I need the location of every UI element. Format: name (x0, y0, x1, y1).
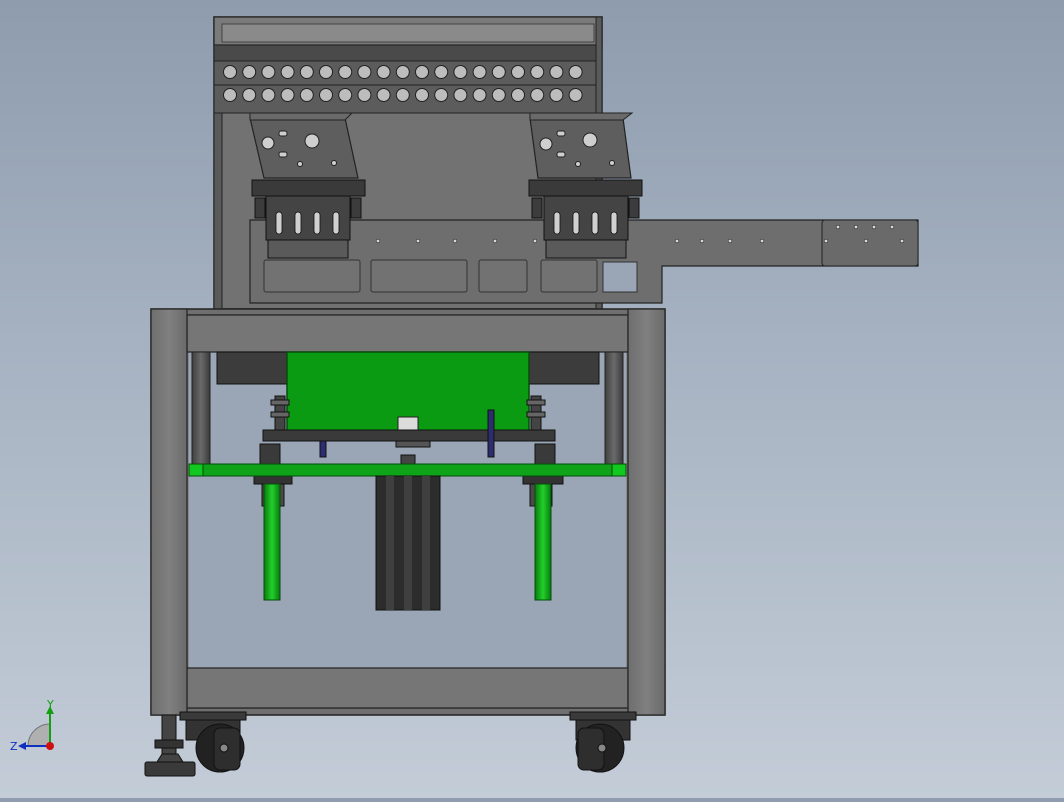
rack-hole (261, 65, 276, 79)
rack-hole (415, 88, 429, 102)
rack-hole (568, 88, 583, 102)
rack-hole (357, 65, 372, 79)
z-axis-label: Z (10, 740, 18, 753)
panel-hole (863, 238, 869, 244)
rack-hole (511, 88, 525, 102)
rack-hole (299, 65, 314, 79)
rack-hole (376, 88, 391, 102)
clamp-slot (294, 211, 302, 235)
right-angled-bracket[interactable] (529, 112, 634, 179)
rack-hole (319, 65, 333, 79)
rack-hole (453, 65, 468, 79)
clamp-slot (610, 211, 618, 235)
panel-hole (889, 224, 895, 230)
left-clamp-block[interactable] (251, 179, 366, 259)
panel-hole (415, 238, 421, 244)
rack-hole (568, 65, 583, 79)
green-base-plate[interactable] (188, 463, 627, 477)
rack-hole (223, 88, 237, 102)
panel-hole (853, 224, 859, 230)
panel-hole (899, 238, 905, 244)
panel-hole (835, 224, 841, 230)
left-angled-bracket[interactable] (249, 112, 359, 179)
rack-hole (530, 65, 545, 79)
rack-hole (223, 65, 237, 79)
rack-hole (472, 88, 487, 102)
rack-hole (242, 65, 257, 79)
rack-hole (491, 88, 506, 102)
panel-hole (699, 238, 705, 244)
rack-hole (357, 88, 372, 102)
clamp-slot (275, 211, 283, 235)
rack-hole (395, 65, 410, 79)
clamp-slot (313, 211, 321, 235)
air-cylinder[interactable] (375, 475, 441, 611)
clamp-slot (591, 211, 599, 235)
rack-hole (376, 65, 391, 79)
rack-hole (395, 88, 410, 102)
rack-hole (530, 88, 545, 102)
rack-hole (453, 88, 468, 102)
clamp-slot (332, 211, 340, 235)
panel-hole (492, 238, 498, 244)
clamp-slot (553, 211, 561, 235)
rack-hole (338, 65, 353, 79)
rack-hole (511, 65, 525, 79)
panel-hole (452, 238, 458, 244)
rack-hole (338, 88, 353, 102)
right-caster[interactable] (569, 711, 637, 773)
cross-bar[interactable] (262, 429, 556, 442)
panel-hole (823, 238, 829, 244)
axis-triad: Y Z (10, 698, 54, 753)
panel-hole (532, 238, 538, 244)
rack-hole (261, 88, 276, 102)
rack-hole (434, 88, 449, 102)
rack-hole (299, 88, 314, 102)
panel-hole (375, 238, 381, 244)
panel-hole (727, 238, 733, 244)
x-axis-dot (46, 742, 54, 750)
rack-hole (491, 65, 506, 79)
panel-hole (674, 238, 680, 244)
rack-hole (319, 88, 333, 102)
rack-hole (280, 65, 295, 79)
right-clamp-block[interactable] (528, 179, 643, 259)
center-sensor (397, 416, 419, 432)
cad-viewport[interactable]: Y Z (0, 0, 1064, 798)
panel-hole (871, 224, 877, 230)
rack-hole (434, 65, 449, 79)
clamp-slot (572, 211, 580, 235)
y-axis-label: Y (46, 698, 54, 711)
cad-drawing[interactable]: Y Z (0, 0, 1064, 798)
rack-hole (280, 88, 295, 102)
rack-hole (242, 88, 257, 102)
panel-hole (759, 238, 765, 244)
rack-hole (415, 65, 429, 79)
rack-hole (549, 65, 564, 79)
rack-hole (472, 65, 487, 79)
rack-hole (549, 88, 564, 102)
